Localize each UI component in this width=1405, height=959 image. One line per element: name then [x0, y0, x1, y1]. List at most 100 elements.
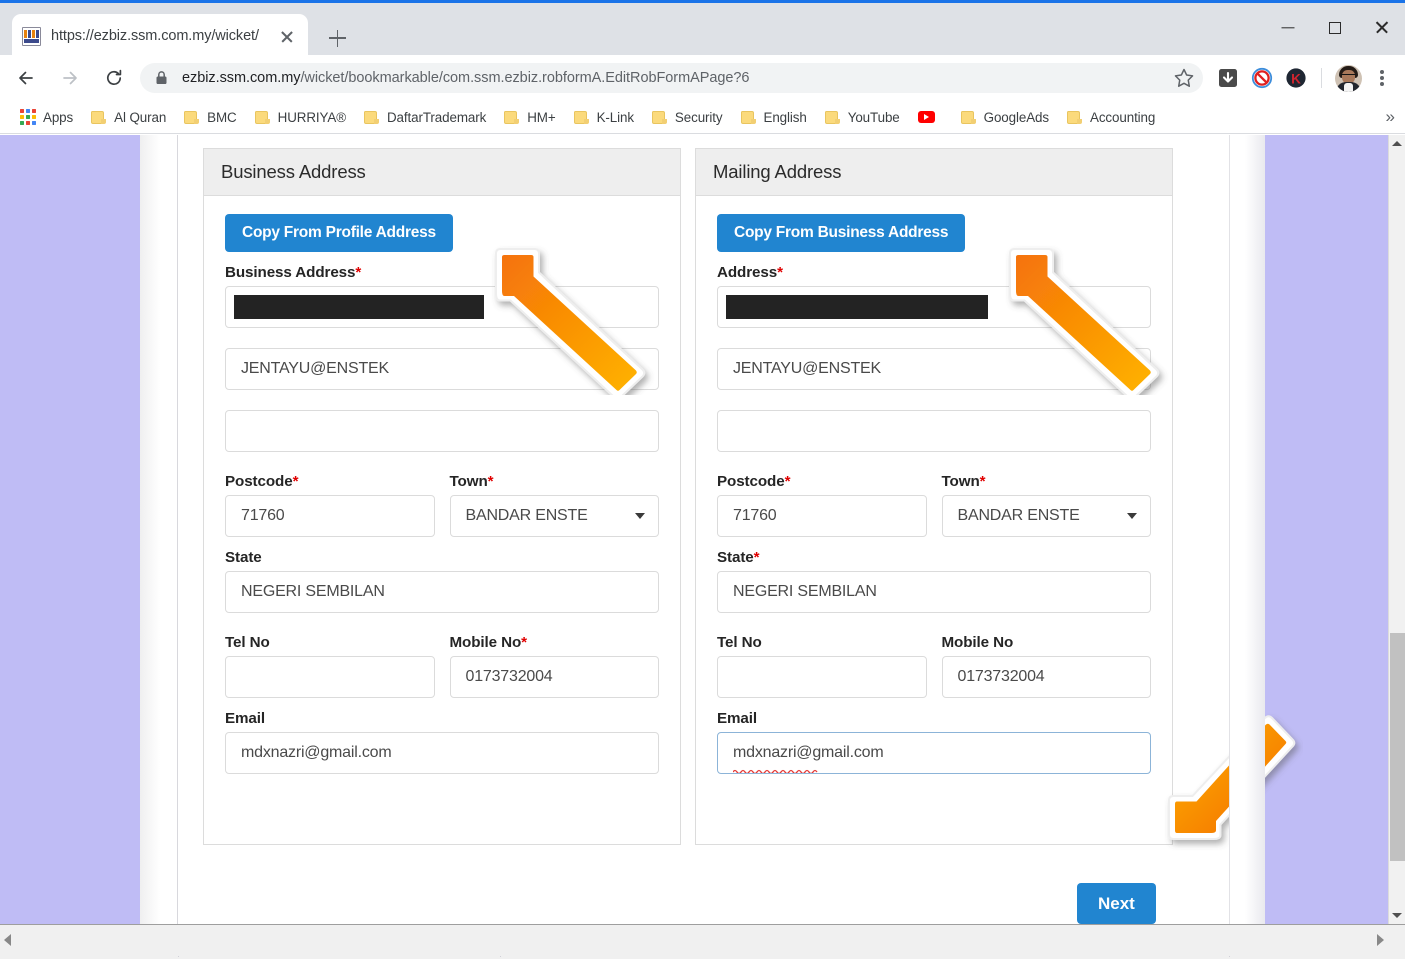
bookmark-label: K-Link [596, 109, 634, 125]
vertical-scrollbar-thumb[interactable] [1390, 633, 1405, 861]
vertical-scrollbar[interactable] [1388, 135, 1405, 924]
label-text: Email [225, 709, 266, 727]
address-bar[interactable]: ezbiz.ssm.com.my/wicket/bookmarkable/com… [140, 63, 1203, 93]
mailing-postcode-label: Postcode* [717, 473, 927, 490]
business-town-select[interactable] [449, 494, 659, 537]
mailing-state-input[interactable] [717, 570, 1151, 613]
scroll-left-arrow-icon[interactable] [4, 934, 11, 946]
folder-icon [254, 110, 270, 124]
bookmark-item-hm-plus[interactable]: HM+ [498, 107, 561, 128]
back-arrow-icon[interactable] [8, 60, 44, 96]
page-gutter-right [1230, 135, 1245, 924]
bookmark-item-english[interactable]: English [735, 107, 813, 128]
business-address-panel-header: Business Address [204, 149, 680, 196]
bookmarks-overflow-icon[interactable]: » [1386, 107, 1395, 127]
required-marker: * [355, 263, 362, 281]
bookmark-item-youtube[interactable]: YouTube [819, 107, 906, 128]
business-mobile-label: Mobile No* [450, 634, 660, 651]
bookmark-item-googleads[interactable]: GoogleAds [955, 107, 1055, 128]
business-address-panel-body: Copy From Profile Address Business Addre… [204, 196, 680, 794]
business-mobile-input[interactable] [449, 655, 659, 698]
profile-avatar[interactable] [1335, 64, 1362, 92]
mailing-town-select[interactable] [941, 494, 1151, 537]
bookmark-item-accounting[interactable]: Accounting [1061, 107, 1161, 128]
maximize-icon[interactable] [1311, 6, 1358, 49]
bookmark-label: Security [674, 109, 723, 125]
next-button[interactable]: Next [1077, 883, 1156, 924]
mailing-address-line3-input[interactable] [717, 409, 1151, 452]
lock-icon [154, 70, 171, 87]
plus-icon[interactable] [322, 23, 352, 53]
kaspersky-k-icon[interactable]: K [1279, 61, 1313, 95]
scrollbar-hairline [178, 956, 179, 957]
bookmark-item-al-quran[interactable]: Al Quran [85, 107, 172, 128]
page-gutter-left-gradient [140, 135, 160, 924]
copy-from-business-address-button[interactable]: Copy From Business Address [717, 214, 966, 252]
bookmark-item-daftartrademark[interactable]: DaftarTrademark [358, 107, 492, 128]
horizontal-scrollbar[interactable] [0, 924, 1405, 959]
business-tel-input[interactable] [225, 655, 435, 698]
business-town-select-wrap [449, 494, 659, 537]
copy-from-profile-address-button[interactable]: Copy From Profile Address [225, 214, 453, 252]
mailing-tel-label: Tel No [717, 634, 927, 651]
label-text: Postcode [717, 472, 785, 490]
bookmark-label: DaftarTrademark [386, 109, 487, 125]
bookmarks-bar: Apps Al Quran BMC HURRIYA® DaftarTradema… [0, 101, 1405, 134]
mailing-tel-input[interactable] [717, 655, 927, 698]
bookmark-label: BMC [207, 109, 237, 125]
bookmark-item-youtube-link[interactable] [912, 108, 949, 126]
window-controls [1264, 6, 1405, 49]
mailing-address-panel: Mailing Address Copy From Business Addre… [695, 148, 1173, 845]
bookmark-label: English [763, 109, 807, 125]
folder-icon [363, 110, 379, 124]
bookmark-label: GoogleAds [983, 109, 1049, 125]
business-postcode-label: Postcode* [225, 473, 435, 490]
bookmark-item-k-link[interactable]: K-Link [568, 107, 640, 128]
bookmark-item-security[interactable]: Security [646, 107, 729, 128]
download-icon[interactable] [1211, 61, 1245, 95]
required-marker: * [487, 472, 494, 490]
scroll-up-arrow-icon[interactable] [1389, 135, 1405, 152]
redaction-overlay [234, 294, 484, 319]
business-email-input[interactable] [225, 731, 659, 774]
folder-icon [91, 110, 107, 124]
label-text: Mobile No [449, 633, 522, 651]
mailing-email-input[interactable] [717, 731, 1151, 774]
browser-toolbar: ezbiz.ssm.com.my/wicket/bookmarkable/com… [0, 55, 1405, 101]
folder-icon [960, 110, 976, 124]
business-address-line2-input[interactable] [225, 347, 659, 390]
block-icon[interactable] [1245, 61, 1279, 95]
arrow-to-next-button [1153, 709, 1303, 859]
bookmark-item-bmc[interactable]: BMC [178, 107, 242, 128]
minimize-icon[interactable] [1264, 6, 1311, 49]
required-marker: * [777, 263, 783, 281]
browser-tab[interactable]: https://ezbiz.ssm.com.my/wicket/ [12, 14, 308, 58]
business-state-input[interactable] [225, 570, 659, 613]
bookmark-star-icon[interactable] [1171, 65, 1197, 91]
window-close-icon[interactable] [1358, 6, 1405, 49]
business-postcode-input[interactable] [225, 494, 435, 537]
folder-icon [740, 110, 756, 124]
forward-arrow-icon[interactable] [52, 60, 88, 96]
close-icon[interactable] [276, 25, 298, 47]
business-tel-label: Tel No [225, 634, 435, 651]
form-content-area: Business Address Copy From Profile Addre… [178, 135, 1296, 924]
scroll-right-arrow-icon[interactable] [1377, 934, 1384, 946]
bookmark-item-hurriya[interactable]: HURRIYA® [249, 107, 352, 128]
scroll-down-arrow-icon[interactable] [1389, 907, 1405, 924]
business-email-label: Email [225, 710, 659, 727]
business-address-line3-input[interactable] [225, 409, 659, 452]
mailing-postcode-input[interactable] [717, 494, 927, 537]
mailing-mobile-input[interactable] [941, 655, 1151, 698]
mailing-address-label: Address* [717, 264, 1151, 281]
reload-icon[interactable] [96, 60, 132, 96]
folder-icon [651, 110, 667, 124]
mailing-address-line2-input[interactable] [717, 347, 1151, 390]
bookmark-label: YouTube [847, 109, 900, 125]
bookmark-apps[interactable]: Apps [14, 106, 79, 128]
url-text: ezbiz.ssm.com.my/wicket/bookmarkable/com… [182, 70, 1171, 86]
bookmark-label: Accounting [1090, 109, 1156, 125]
business-town-label: Town* [450, 473, 660, 490]
chrome-menu-icon[interactable] [1367, 61, 1397, 95]
folder-icon [824, 110, 840, 124]
